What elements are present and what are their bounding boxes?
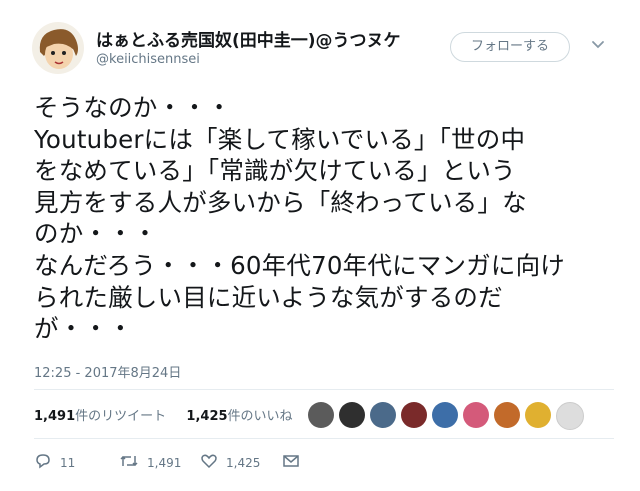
reply-icon — [34, 452, 60, 473]
tweet-line: そうなのか・・・ — [34, 93, 232, 122]
retweet-count: 1,491 — [147, 455, 182, 470]
divider — [34, 389, 614, 390]
user-avatar[interactable] — [32, 22, 84, 74]
retweet-stat[interactable]: 1,491件のリツイート — [34, 409, 166, 424]
like-button[interactable]: 1,425 — [200, 452, 260, 473]
like-stat-label: 件のいいね — [227, 409, 293, 424]
like-count: 1,425 — [226, 455, 261, 470]
like-stat[interactable]: 1,425件のいいね — [186, 409, 292, 424]
retweet-icon — [119, 452, 147, 473]
follow-button[interactable]: フォローする — [450, 32, 570, 62]
tweet-line: 見方をする人が多いから「終わっている」な — [34, 187, 527, 217]
liker-avatar[interactable] — [339, 402, 365, 428]
user-handle[interactable]: @keiichisennsei — [96, 52, 200, 67]
liker-avatar[interactable] — [308, 402, 334, 428]
display-name[interactable]: はぁとふる売国奴(田中圭一)@うつヌケ — [96, 26, 401, 51]
retweet-button[interactable]: 1,491 — [119, 452, 181, 473]
divider — [34, 438, 614, 439]
tweet-line: なんだろう・・・60年代70年代にマンガに向け — [34, 250, 565, 280]
liker-avatar[interactable] — [556, 402, 584, 430]
retweet-stat-count: 1,491 — [34, 409, 76, 424]
chevron-down-icon[interactable] — [588, 34, 608, 54]
like-stat-count: 1,425 — [186, 409, 228, 424]
tweet-text: そうなのか・・・ Youtuberには「楽して稼いでいる」「世の中 をなめている… — [34, 92, 614, 345]
tweet-line: のか・・・ — [34, 219, 158, 249]
heart-icon — [200, 452, 226, 473]
tweet-stats: 1,491件のリツイート 1,425件のいいね — [34, 405, 293, 425]
reply-count: 11 — [60, 455, 76, 470]
reply-button[interactable]: 11 — [34, 452, 75, 473]
liker-avatar[interactable] — [463, 402, 489, 428]
liker-avatar[interactable] — [401, 402, 427, 428]
tweet-timestamp[interactable]: 12:25 - 2017年8月24日 — [34, 362, 181, 381]
retweet-stat-label: 件のリツイート — [75, 409, 167, 424]
liker-avatar[interactable] — [370, 402, 396, 428]
liker-avatar[interactable] — [525, 402, 551, 428]
tweet-line: Youtuberには「楽して稼いでいる」「世の中 — [34, 124, 526, 154]
tweet-line: られた厳しい目に近いような気がするのだ — [34, 282, 503, 312]
liker-avatar[interactable] — [494, 402, 520, 428]
tweet-line: が・・・ — [34, 314, 133, 344]
tweet-line: をなめている」「常識が欠けている」という — [34, 156, 516, 186]
envelope-icon — [282, 452, 308, 473]
dm-button[interactable] — [282, 452, 308, 473]
liker-avatar[interactable] — [432, 402, 458, 428]
tweet-header: はぁとふる売国奴(田中圭一)@うつヌケ @keiichisennsei フォロー… — [32, 20, 616, 82]
